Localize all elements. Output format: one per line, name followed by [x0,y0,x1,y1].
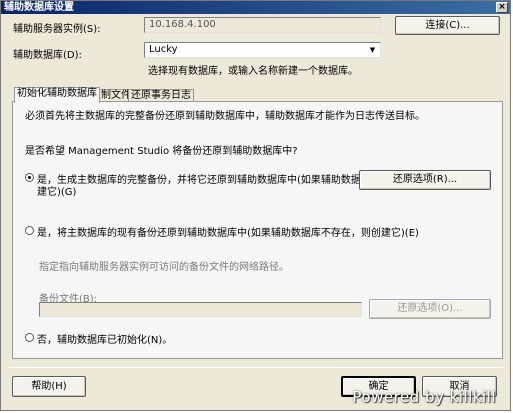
database-label: 辅助数据库(D): [13,50,82,61]
title-bar[interactable]: 辅助数据库设置 × [1,1,510,14]
radio-full-backup[interactable] [25,173,34,182]
help-button[interactable]: 帮助(H) [12,376,86,397]
log-shipping-secondary-settings-dialog: 辅助数据库设置 × 辅助服务器实例(S): 10.168.4.100 连接(C)… [0,0,511,411]
tab-panel-initialize: 必须首先将主数据库的完整备份还原到辅助数据库中，辅助数据库才能作为日志传送目标。… [12,101,503,359]
radio-already-initialized[interactable] [25,333,34,342]
database-hint: 选择现有数据库，或输入名称新建一个数据库。 [148,66,358,77]
option-already-initialized-text[interactable]: 否，辅助数据库已初始化(N)。 [37,331,172,346]
option-existing-backup-text[interactable]: 是，将主数据库的现有备份还原到辅助数据库中(如果辅助数据库不存在，则创建它)(E… [37,224,419,239]
radio-existing-backup[interactable] [25,226,34,235]
server-label: 辅助服务器实例(S): [13,24,101,35]
backup-path-hint: 指定指向辅助服务器实例可访问的备份文件的网络路径。 [39,262,289,273]
footer-separator [9,367,503,368]
window-title: 辅助数据库设置 [4,2,74,13]
close-icon[interactable]: × [496,2,508,13]
intro-text: 必须首先将主数据库的完整备份还原到辅助数据库中，辅助数据库才能作为日志传送目标。 [25,111,425,122]
restore-options-button[interactable]: 还原选项(R)... [359,170,491,190]
restore-options-disabled-button[interactable]: 还原选项(O)... [369,299,491,319]
connect-button[interactable]: 连接(C)... [395,16,500,35]
restore-question: 是否希望 Management Studio 将备份还原到辅助数据库中? [25,146,298,157]
watermark-text: Powered by killkill [352,388,496,406]
tab-initialize-secondary[interactable]: 初始化辅助数据库 [14,87,100,103]
server-instance-field: 10.168.4.100 [144,17,381,33]
chevron-down-icon[interactable]: ▼ [366,44,379,56]
database-combo[interactable]: Lucky ▼ [144,42,381,58]
database-combo-value: Lucky [149,44,178,55]
option-full-backup-line2[interactable]: 建它)(G) [37,183,76,198]
backup-file-input[interactable] [39,302,362,317]
